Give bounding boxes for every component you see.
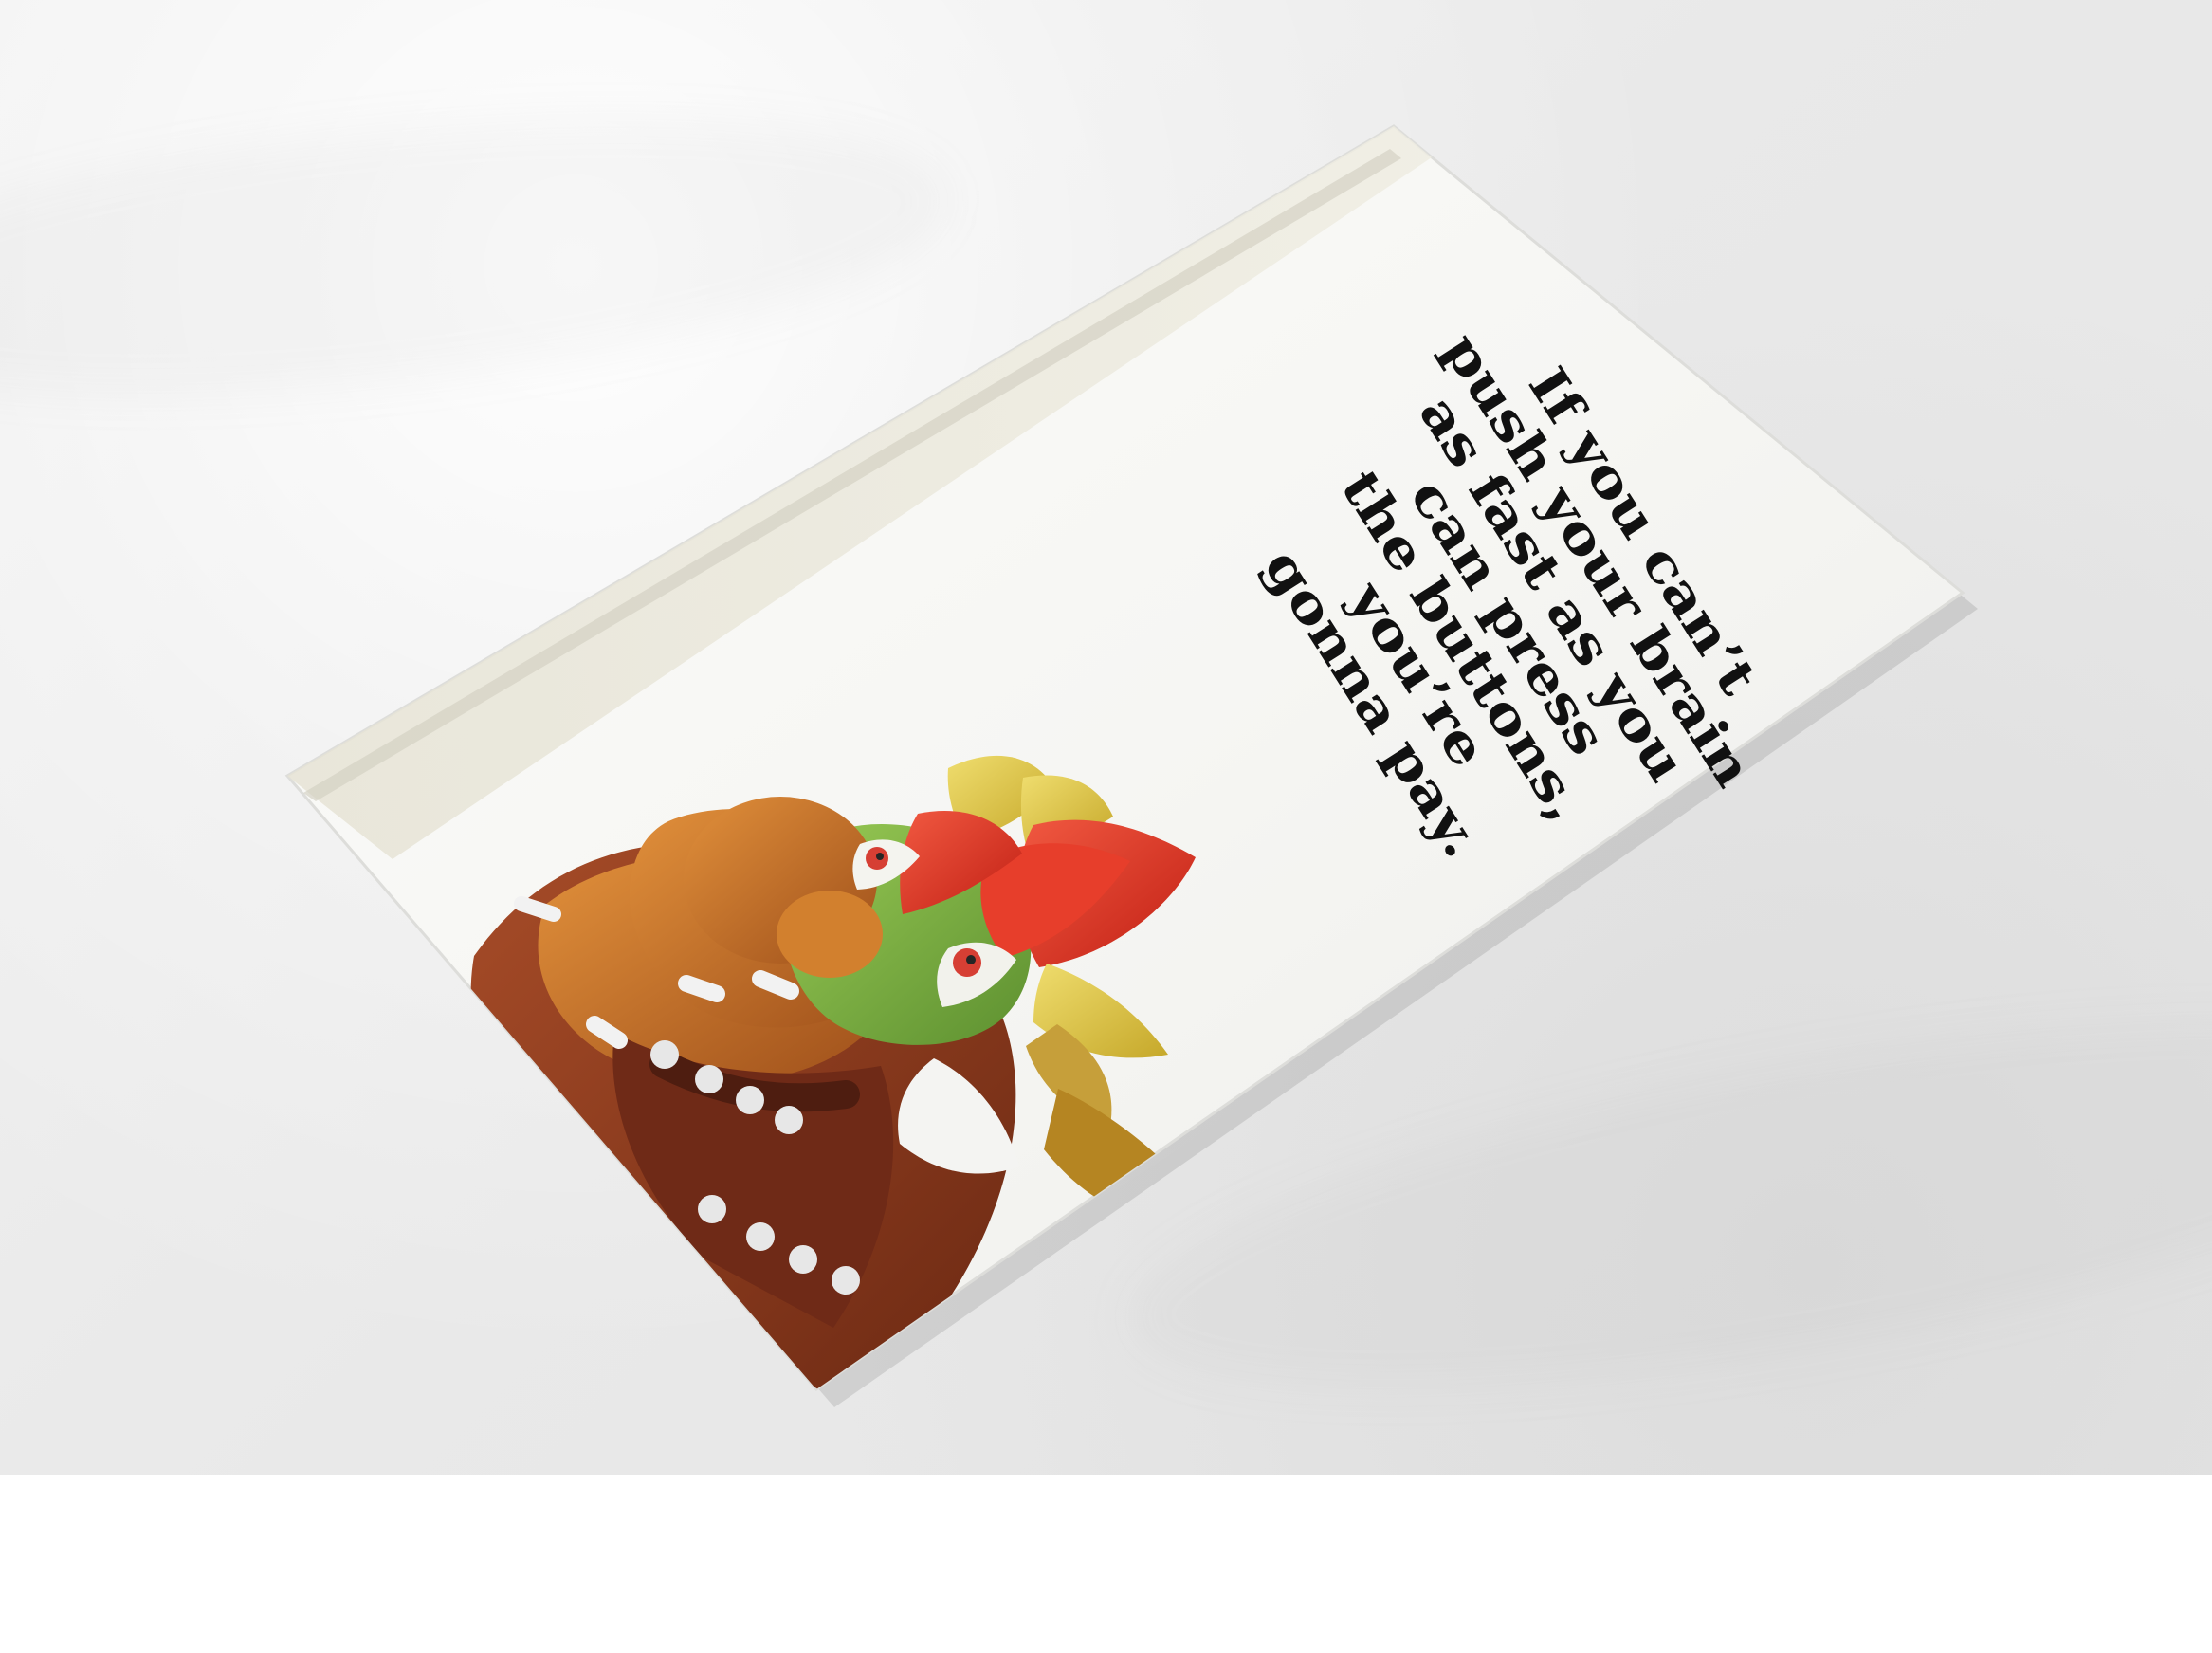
table-surface: If you can’t push your brain as fast as … [0,0,2212,1475]
